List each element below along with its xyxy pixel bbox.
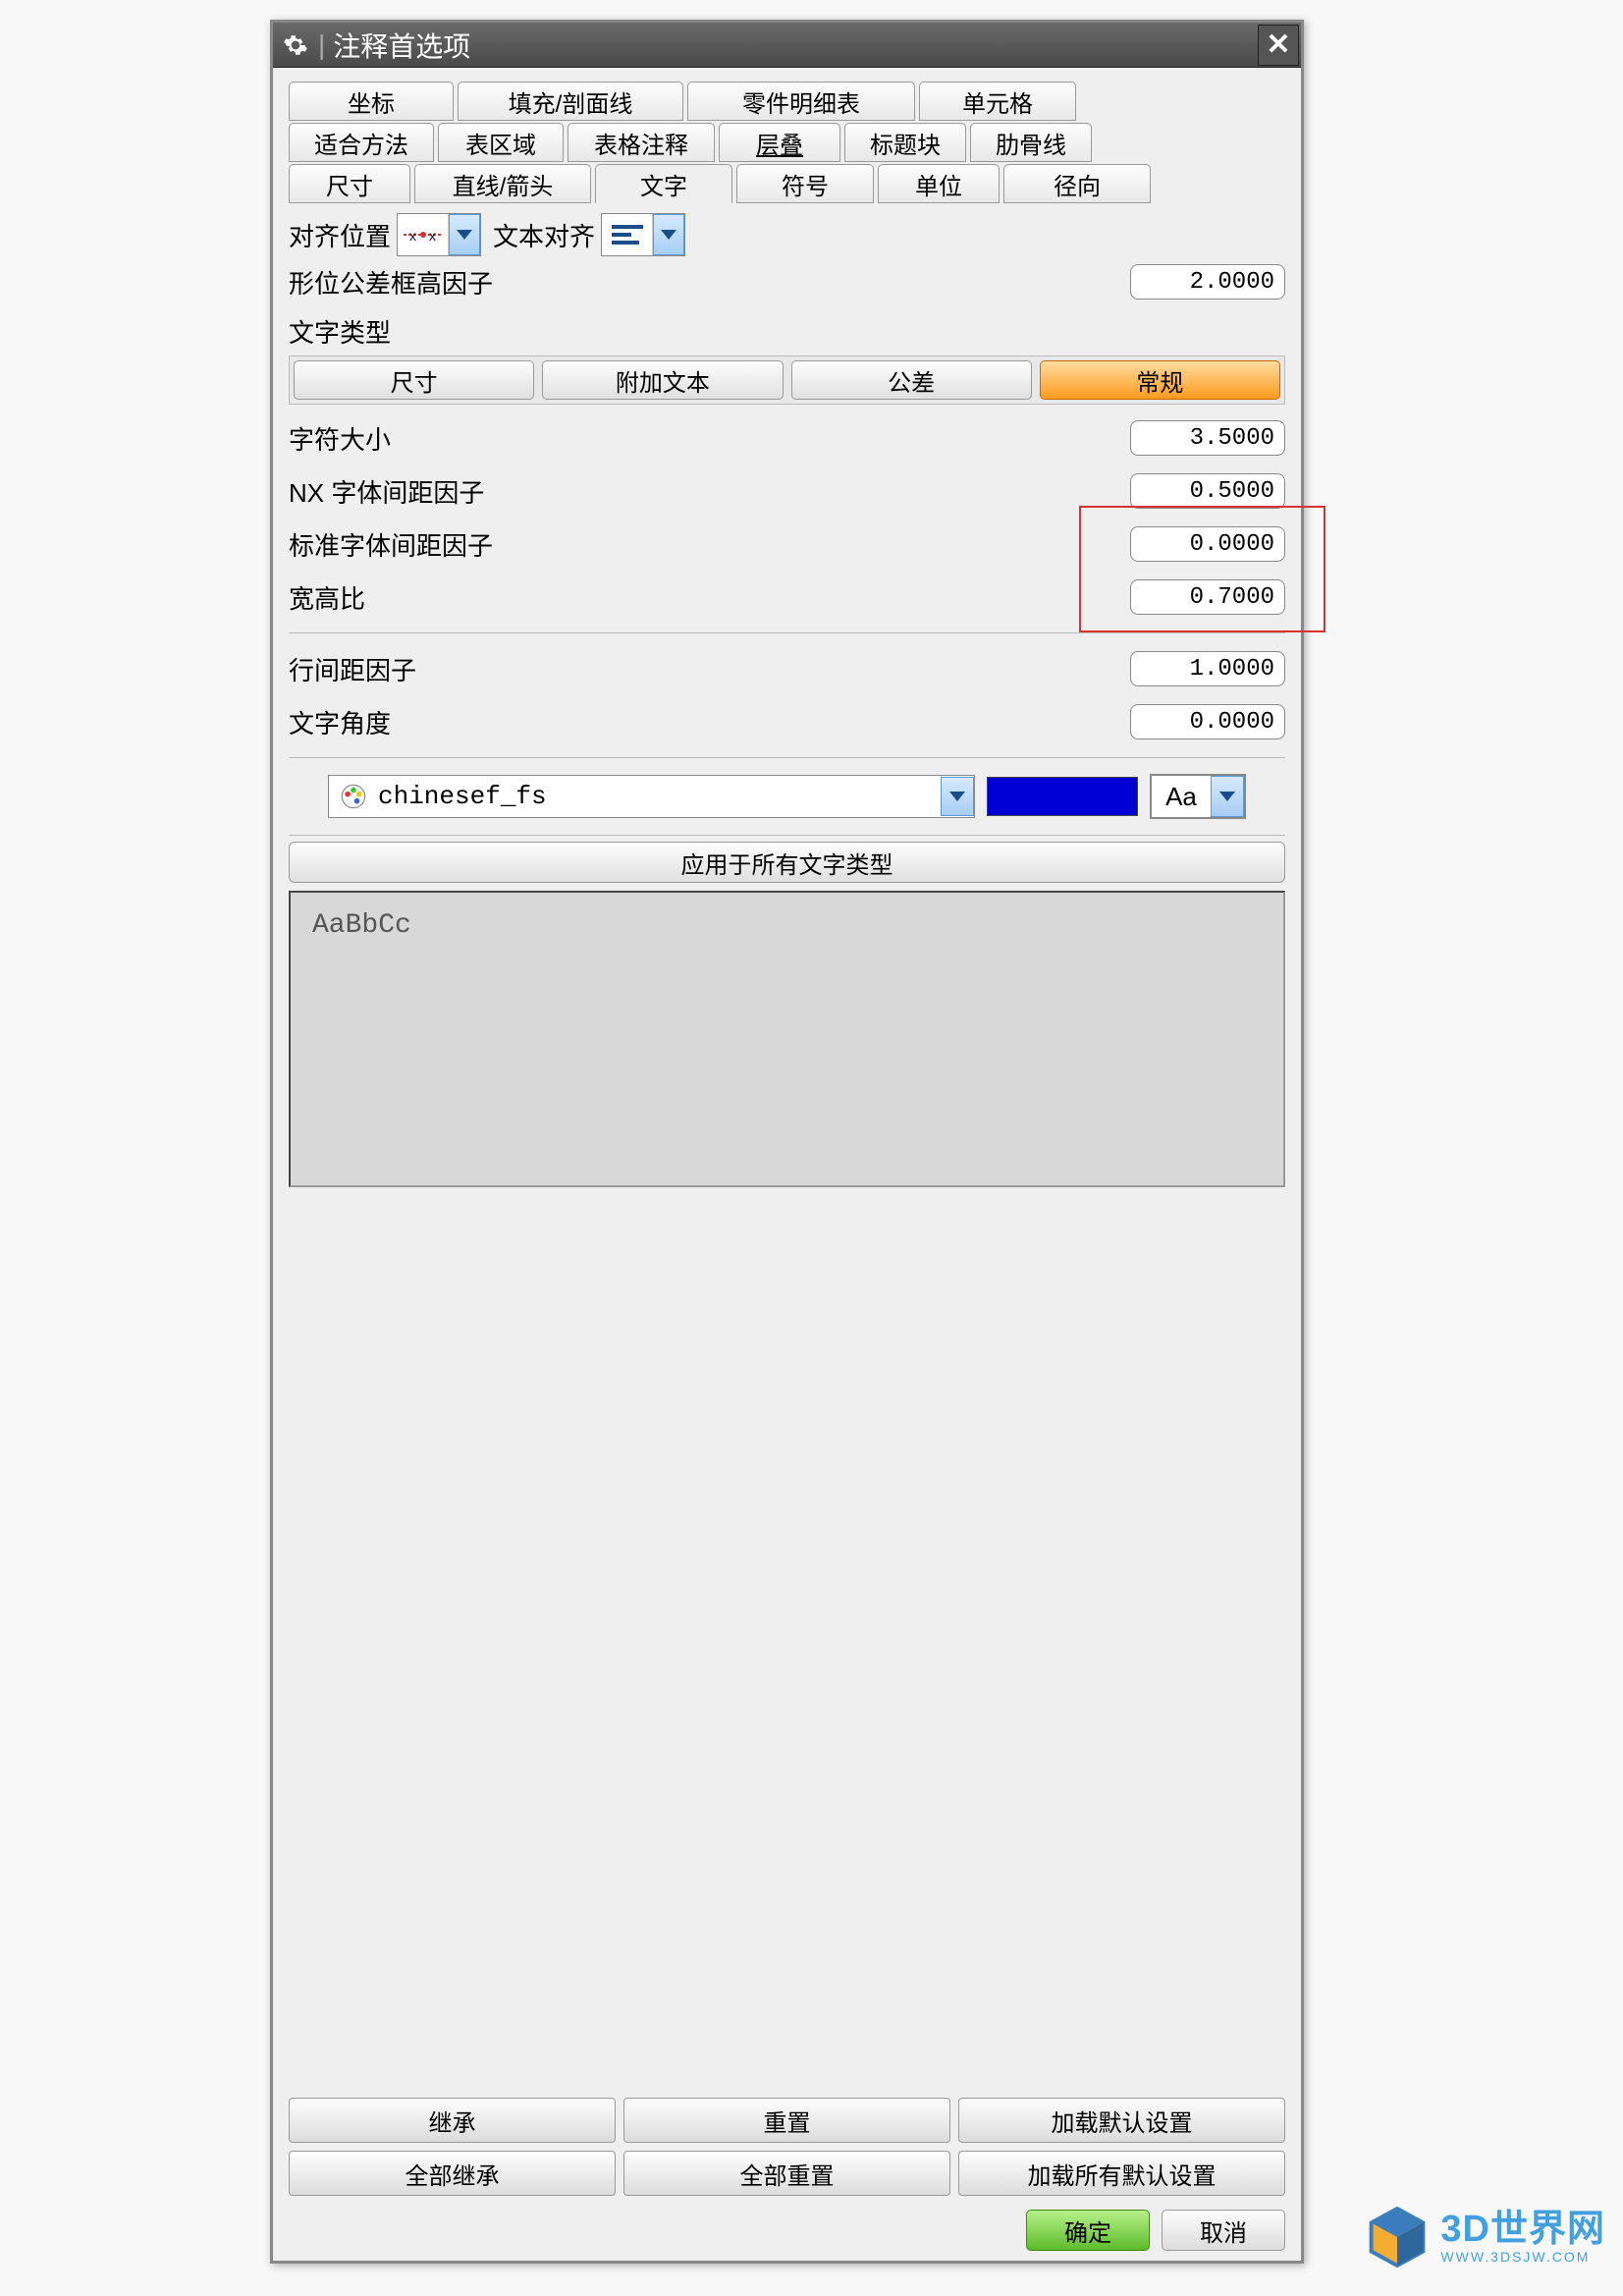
color-swatch[interactable]	[987, 777, 1138, 816]
geom-tol-frame-input[interactable]: 2.0000	[1130, 264, 1285, 300]
svg-text:x: x	[409, 228, 416, 244]
tab-fit-method[interactable]: 适合方法	[289, 123, 434, 162]
tab-cell[interactable]: 单元格	[919, 82, 1076, 121]
tab-row-3: 尺寸 直线/箭头 文字 符号 单位 径向	[289, 164, 1285, 203]
tab-dimension[interactable]: 尺寸	[289, 164, 410, 203]
align-position-label: 对齐位置	[289, 217, 391, 253]
apply-all-text-types-button[interactable]: 应用于所有文字类型	[289, 842, 1285, 883]
load-all-default-button[interactable]: 加载所有默认设置	[958, 2151, 1285, 2196]
cancel-button[interactable]: 取消	[1162, 2210, 1285, 2251]
tab-text[interactable]: 文字	[595, 164, 732, 203]
tab-coord[interactable]: 坐标	[289, 82, 454, 121]
aa-label: Aa	[1152, 782, 1211, 812]
text-type-label: 文字类型	[289, 313, 1285, 350]
tab-rib-line[interactable]: 肋骨线	[970, 123, 1092, 162]
svg-text:x: x	[429, 228, 436, 244]
type-btn-general[interactable]: 常规	[1040, 360, 1280, 400]
align-left-icon	[602, 214, 653, 255]
nx-spacing-label: NX 字体间距因子	[289, 473, 484, 510]
tab-table-area[interactable]: 表区域	[438, 123, 564, 162]
nx-spacing-row: NX 字体间距因子 0.5000	[289, 467, 1285, 515]
tab-fill-section[interactable]: 填充/剖面线	[458, 82, 683, 121]
chevron-down-icon	[653, 214, 684, 255]
watermark: 3D世界网 WWW.3DSJW.COM	[1364, 2204, 1605, 2270]
text-align-dropdown[interactable]	[601, 213, 685, 256]
gear-icon	[281, 30, 310, 60]
geom-tol-frame-row: 形位公差框高因子 2.0000	[289, 258, 1285, 305]
line-spacing-label: 行间距因子	[289, 651, 416, 687]
titlebar: | 注释首选项 ✕	[273, 23, 1301, 68]
tab-symbol[interactable]: 符号	[736, 164, 874, 203]
preview-text: AaBbCc	[312, 910, 411, 941]
geom-tol-frame-label: 形位公差框高因子	[289, 264, 493, 301]
dialog-content: 坐标 填充/剖面线 零件明细表 单元格 适合方法 表区域 表格注释 层叠 标题块…	[273, 68, 1301, 2261]
line-spacing-input[interactable]: 1.0000	[1130, 651, 1285, 686]
annotation-preferences-dialog: | 注释首选项 ✕ 坐标 填充/剖面线 零件明细表 单元格 适合方法 表区域 表…	[270, 20, 1304, 2264]
tab-title-block[interactable]: 标题块	[844, 123, 966, 162]
nx-spacing-input[interactable]: 0.5000	[1130, 473, 1285, 509]
chevron-down-icon	[449, 214, 480, 255]
aspect-input[interactable]: 0.7000	[1130, 579, 1285, 615]
align-position-icon: x x	[398, 214, 449, 255]
alignment-row: 对齐位置 x x 文本对齐	[289, 211, 1285, 258]
font-dropdown[interactable]: chinesef_fs	[328, 775, 975, 818]
tab-radial[interactable]: 径向	[1003, 164, 1151, 203]
align-position-dropdown[interactable]: x x	[397, 213, 481, 256]
close-icon: ✕	[1266, 27, 1290, 62]
std-spacing-row: 标准字体间距因子 0.0000	[289, 520, 1285, 568]
bottom-buttons: 继承 重置 加载默认设置 全部继承 全部重置 加载所有默认设置	[289, 2098, 1285, 2196]
aspect-row: 宽高比 0.7000	[289, 574, 1285, 621]
ok-cancel-row: 确定 取消	[289, 2210, 1285, 2251]
tab-unit[interactable]: 单位	[878, 164, 1000, 203]
ok-button[interactable]: 确定	[1026, 2210, 1150, 2251]
chevron-down-icon	[1211, 776, 1244, 817]
tab-row-2: 适合方法 表区域 表格注释 层叠 标题块 肋骨线	[289, 123, 1285, 162]
load-default-button[interactable]: 加载默认设置	[958, 2098, 1285, 2143]
font-palette-icon	[339, 782, 368, 811]
type-btn-dimension[interactable]: 尺寸	[294, 360, 534, 400]
text-angle-row: 文字角度 0.0000	[289, 698, 1285, 745]
std-spacing-input[interactable]: 0.0000	[1130, 526, 1285, 562]
font-style-dropdown[interactable]: Aa	[1150, 774, 1246, 819]
text-angle-input[interactable]: 0.0000	[1130, 704, 1285, 739]
chevron-down-icon	[941, 777, 974, 816]
type-btn-tolerance[interactable]: 公差	[791, 360, 1032, 400]
char-size-label: 字符大小	[289, 420, 391, 457]
tab-table-annot[interactable]: 表格注释	[568, 123, 715, 162]
inherit-button[interactable]: 继承	[289, 2098, 616, 2143]
divider	[289, 757, 1285, 758]
font-name: chinesef_fs	[378, 782, 941, 811]
reset-button[interactable]: 重置	[623, 2098, 950, 2143]
tab-parts-list[interactable]: 零件明细表	[687, 82, 915, 121]
divider	[289, 632, 1285, 633]
font-preview: AaBbCc	[289, 891, 1285, 1187]
window-title: 注释首选项	[333, 26, 1258, 65]
hexagon-icon	[1364, 2204, 1431, 2270]
watermark-sub: WWW.3DSJW.COM	[1440, 2250, 1605, 2265]
params-area: 字符大小 3.5000 NX 字体间距因子 0.5000 标准字体间距因子 0.…	[289, 414, 1285, 764]
reset-all-button[interactable]: 全部重置	[623, 2151, 950, 2196]
std-spacing-label: 标准字体间距因子	[289, 526, 493, 563]
char-size-input[interactable]: 3.5000	[1130, 420, 1285, 456]
text-type-buttons: 尺寸 附加文本 公差 常规	[289, 355, 1285, 405]
tab-overlay[interactable]: 层叠	[719, 123, 840, 162]
text-angle-label: 文字角度	[289, 704, 391, 740]
text-align-label: 文本对齐	[493, 217, 595, 253]
type-btn-appended[interactable]: 附加文本	[542, 360, 783, 400]
watermark-main: 3D世界网	[1440, 2211, 1605, 2250]
close-button[interactable]: ✕	[1258, 25, 1299, 66]
line-spacing-row: 行间距因子 1.0000	[289, 645, 1285, 692]
tab-line-arrow[interactable]: 直线/箭头	[414, 164, 591, 203]
tab-row-1: 坐标 填充/剖面线 零件明细表 单元格	[289, 82, 1285, 121]
inherit-all-button[interactable]: 全部继承	[289, 2151, 616, 2196]
divider	[289, 835, 1285, 836]
font-row: chinesef_fs Aa	[289, 774, 1285, 819]
titlebar-separator: |	[318, 29, 325, 61]
aspect-label: 宽高比	[289, 579, 365, 616]
char-size-row: 字符大小 3.5000	[289, 414, 1285, 462]
